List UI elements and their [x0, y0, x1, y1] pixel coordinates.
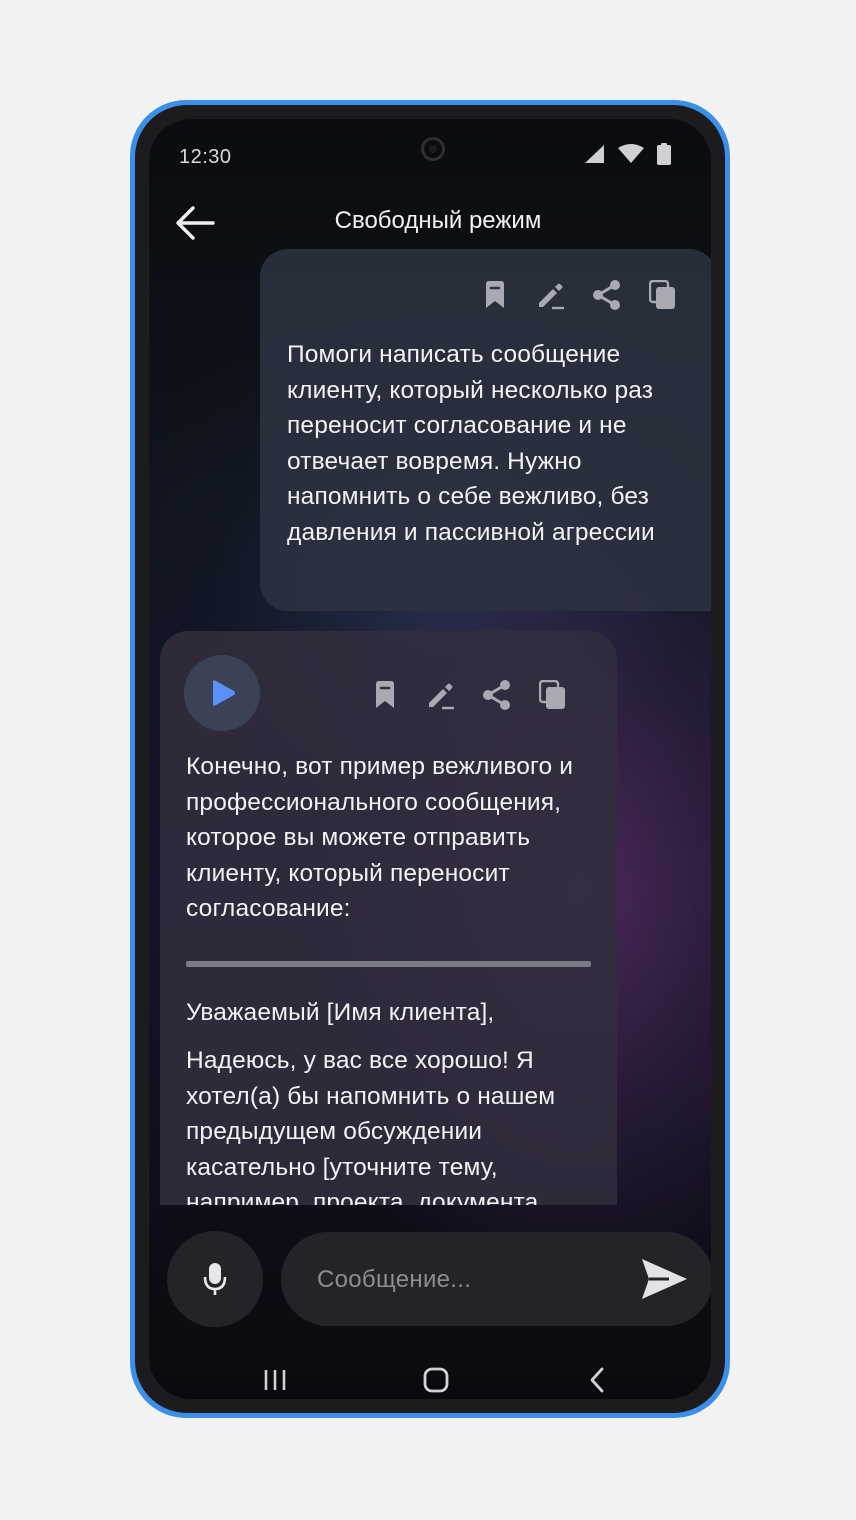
microphone-icon [203, 1263, 227, 1295]
bookmark-button[interactable] [467, 275, 523, 315]
bookmark-icon [376, 681, 394, 708]
recent-apps-icon [264, 1370, 286, 1390]
system-nav-bar [149, 1349, 711, 1399]
message-actions [467, 275, 691, 315]
assistant-greeting-text: Уважаемый [Имя клиента], [186, 999, 495, 1026]
assistant-body-text: Надеюсь, у вас все хорошо! Я хотел(а) бы… [186, 1047, 556, 1205]
edit-icon [429, 683, 454, 710]
bookmark-icon [486, 281, 504, 308]
send-icon [642, 1259, 687, 1299]
play-button[interactable] [184, 655, 260, 731]
user-message-bubble: Помоги написать сообщение клиенту, котор… [260, 249, 711, 611]
battery-icon [657, 143, 671, 165]
wifi-icon [618, 144, 644, 163]
copy-icon [539, 680, 565, 709]
recent-apps-button[interactable] [251, 1363, 299, 1397]
microphone-button[interactable] [167, 1231, 263, 1327]
share-icon [593, 280, 620, 310]
copy-button[interactable] [525, 675, 581, 715]
share-button[interactable] [469, 675, 525, 715]
edit-icon [539, 283, 564, 310]
user-message-text: Помоги написать сообщение клиенту, котор… [287, 341, 655, 546]
play-icon [213, 680, 235, 706]
message-input[interactable] [315, 1232, 629, 1328]
divider [186, 961, 591, 967]
edit-button[interactable] [413, 675, 469, 715]
chat-area[interactable]: Помоги написать сообщение клиенту, котор… [149, 245, 711, 1205]
signal-icon [585, 145, 604, 163]
back-icon [590, 1367, 604, 1393]
copy-button[interactable] [635, 275, 691, 315]
home-icon [423, 1367, 449, 1393]
assistant-intro-text: Конечно, вот пример вежливого и професси… [186, 753, 574, 923]
screen: 12:30 Свободный режим Помоги написать со… [149, 119, 711, 1399]
message-input-container [281, 1232, 711, 1328]
nav-back-button[interactable] [573, 1363, 621, 1397]
copy-icon [649, 280, 675, 309]
page-title: Свободный режим [334, 207, 542, 234]
status-time: 12:30 [179, 146, 232, 168]
bookmark-button[interactable] [357, 675, 413, 715]
message-actions [357, 675, 581, 715]
send-button[interactable] [639, 1256, 689, 1302]
phone-bezel: 12:30 Свободный режим Помоги написать со… [135, 105, 725, 1413]
share-button[interactable] [579, 275, 635, 315]
home-button[interactable] [412, 1363, 460, 1397]
front-camera [421, 137, 445, 161]
assistant-message-bubble: Конечно, вот пример вежливого и професси… [160, 631, 617, 1205]
share-icon [483, 680, 510, 710]
phone-frame: 12:30 Свободный режим Помоги написать со… [130, 100, 730, 1418]
status-icons [583, 143, 671, 165]
edit-button[interactable] [523, 275, 579, 315]
